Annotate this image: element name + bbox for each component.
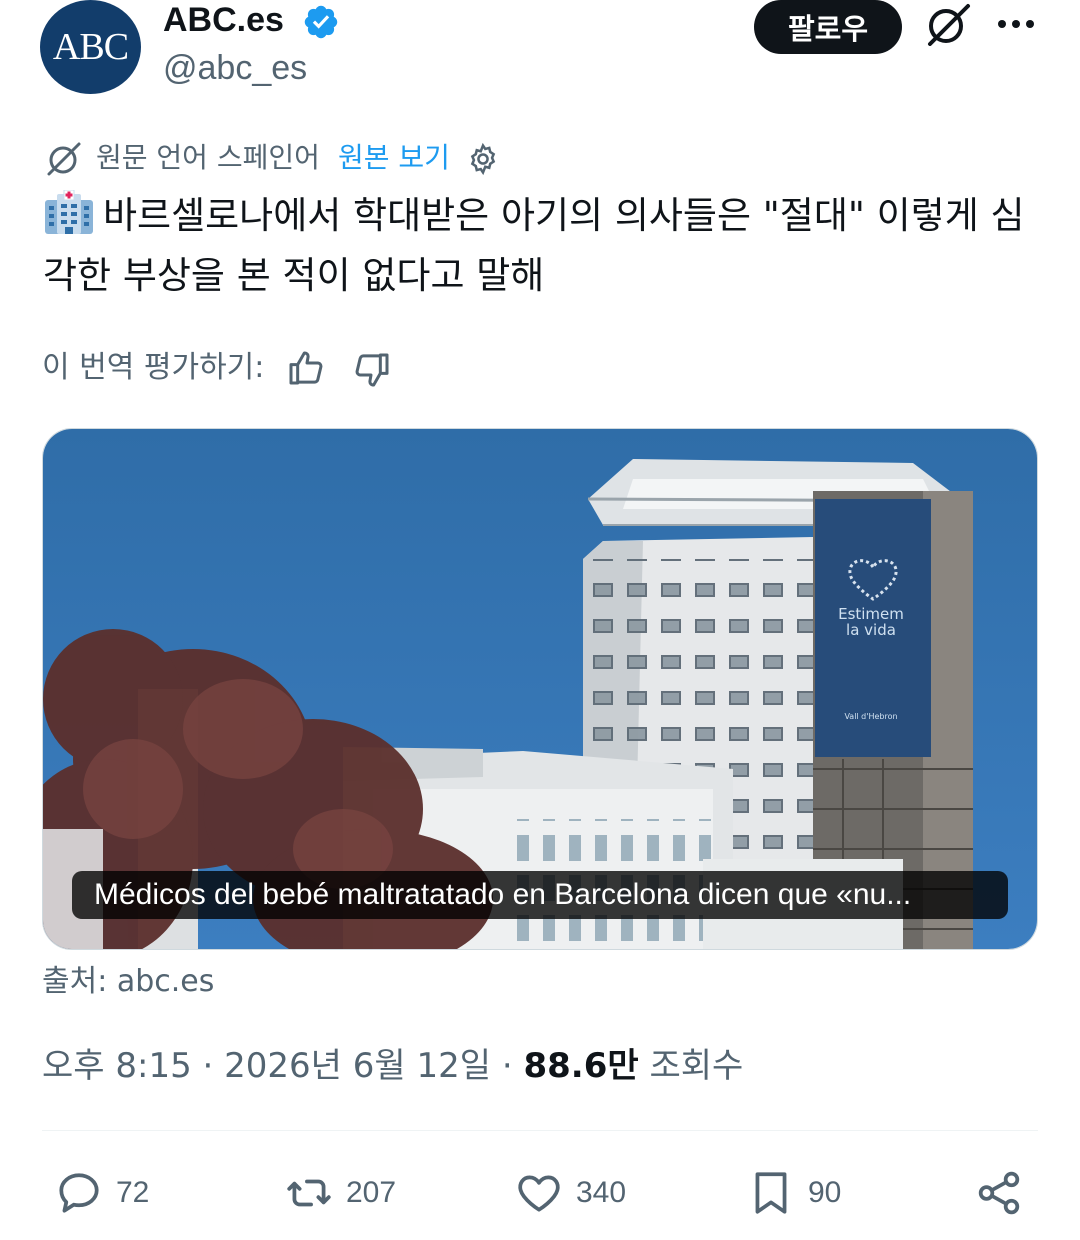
like-count: 340 [576,1176,627,1209]
hospital-emoji-icon [45,190,93,234]
view-original-link[interactable]: 원본 보기 [338,140,450,176]
heart-icon [518,1175,560,1212]
gear-icon[interactable] [466,142,500,176]
views-label: 조회수 [649,1046,744,1086]
share-icon [978,1171,1020,1215]
tweet-meta: 오후 8:15 · 2026년 6월 12일 · 88.6만 조회수 [42,1044,743,1088]
bookmark-count: 90 [808,1176,842,1209]
repost-button[interactable]: 207 [284,1168,396,1218]
tweet-text: 바르셀로나에서 학대받은 아기의 의사들은 "절대" 이렇게 심각한 부상을 본… [43,186,1033,306]
banner-text-2: la vida [846,621,896,639]
share-button[interactable] [974,1168,1024,1218]
bookmark-icon [755,1172,787,1214]
meta-separator: · [501,1046,524,1086]
translate-icon [47,142,81,176]
like-button[interactable]: 340 [514,1168,626,1218]
repost-count: 207 [346,1176,397,1209]
tweet-time[interactable]: 오후 8:15 [42,1046,192,1086]
follow-button[interactable]: 팔로우 [754,0,902,54]
thumbs-up-icon[interactable] [286,348,326,388]
more-options-icon[interactable] [996,12,1036,36]
avatar[interactable]: ABC [40,0,141,94]
views-count: 88.6만 [523,1046,639,1086]
repost-icon [287,1179,331,1207]
grok-icon[interactable] [922,2,974,46]
thumbs-down-icon[interactable] [352,350,392,390]
avatar-logo-text: ABC [52,26,129,68]
tweet-text-content: 바르셀로나에서 학대받은 아기의 의사들은 "절대" 이렇게 심각한 부상을 본… [43,194,1025,297]
translation-source-label: 원문 언어 스페인어 [96,141,320,174]
banner-logo-text: Vall d'Hebron [844,712,897,721]
author-display-name[interactable]: ABC.es [163,0,284,40]
verified-badge-icon [304,5,338,39]
reply-icon [59,1173,99,1213]
rate-translation-label: 이 번역 평가하기: [42,350,265,385]
link-card-source[interactable]: 출처: abc.es [42,962,214,1002]
reply-count: 72 [116,1176,150,1209]
link-card-title[interactable]: Médicos del bebé maltratatado en Barcelo… [72,871,1008,919]
tweet-date[interactable]: 2026년 6월 12일 [224,1046,491,1086]
author-handle[interactable]: @abc_es [163,48,307,88]
reply-button[interactable]: 72 [54,1168,149,1218]
meta-separator: · [202,1046,225,1086]
bookmark-button[interactable]: 90 [746,1168,841,1218]
divider [42,1130,1038,1131]
